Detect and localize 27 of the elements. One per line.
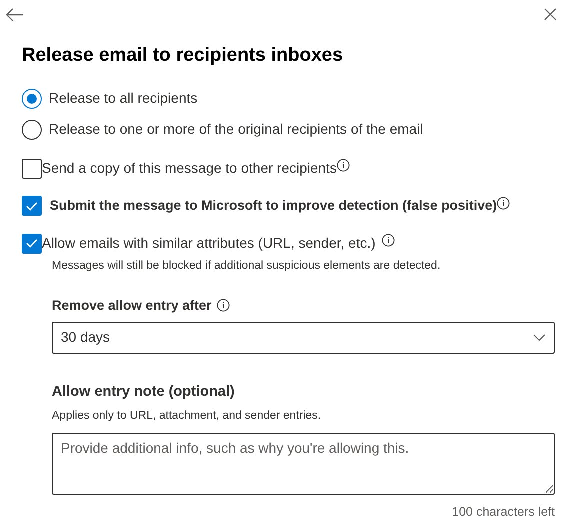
field-label: Remove allow entry after xyxy=(52,296,212,315)
info-icon[interactable] xyxy=(497,197,510,210)
character-counter: 100 characters left xyxy=(452,504,555,521)
checkbox[interactable] xyxy=(22,158,42,178)
radio-button[interactable] xyxy=(22,88,42,108)
radio-button[interactable] xyxy=(22,120,42,140)
checkbox[interactable] xyxy=(22,234,42,254)
checkbox[interactable] xyxy=(22,196,42,216)
field-label: Allow entry note (optional) xyxy=(52,382,236,402)
checkmark-icon xyxy=(26,239,38,248)
radio-label[interactable]: Release to all recipients xyxy=(49,88,198,109)
note-text-area[interactable]: Provide additional info, such as why you're allowing this. xyxy=(52,432,555,495)
field-description: Applies only to URL, attachment, and sender entries. xyxy=(52,408,322,424)
close-icon[interactable] xyxy=(544,8,557,21)
info-icon[interactable] xyxy=(216,299,230,312)
radio-label[interactable]: Release to one or more of the original recipients of the email xyxy=(49,119,424,140)
chevron-down-icon xyxy=(533,334,546,342)
checkmark-icon xyxy=(26,202,38,211)
duration-dropdown[interactable]: 30 days xyxy=(52,322,555,354)
checkbox-label[interactable]: Allow emails with similar attributes (URL, sender, etc.) xyxy=(42,233,376,254)
back-arrow-icon[interactable] xyxy=(6,8,24,22)
dialog-title: Release email to recipients inboxes xyxy=(22,44,344,68)
info-icon[interactable] xyxy=(336,159,350,172)
checkbox-description: Messages will still be blocked if additional suspicious elements are detected. xyxy=(52,259,442,274)
checkbox-label[interactable]: Submit the message to Microsoft to improve detection (false positive) xyxy=(50,196,498,216)
info-icon[interactable] xyxy=(382,234,395,248)
checkbox-label[interactable]: Send a copy of this message to other recipients xyxy=(42,158,337,179)
